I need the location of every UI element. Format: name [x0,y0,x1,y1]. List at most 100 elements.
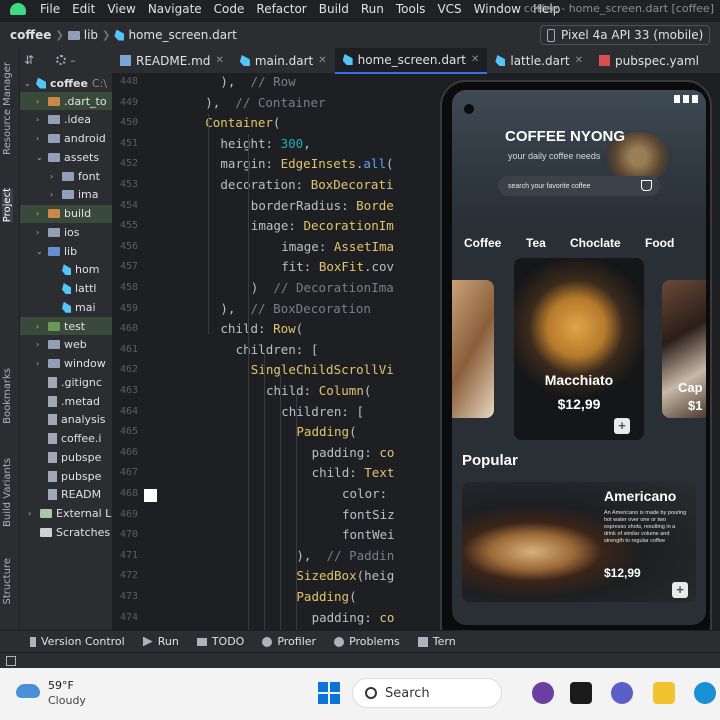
expand-arrow-icon[interactable]: › [36,209,44,218]
code-line[interactable]: fit: BoxFit.cov [281,259,394,274]
code-line[interactable]: children: [ [281,404,364,419]
collapse-all-icon[interactable]: ⇵ [24,53,34,67]
tab-main[interactable]: main.dart ✕ [232,48,335,74]
menu-tools[interactable]: Tools [390,2,432,16]
expand-arrow-icon[interactable]: › [50,172,58,181]
close-icon[interactable]: ✕ [471,54,479,65]
category-tea[interactable]: Tea [526,236,546,250]
category-choclate[interactable]: Choclate [570,236,621,250]
bookmarks-tab[interactable]: Bookmarks [2,368,13,424]
tab-home-screen[interactable]: home_screen.dart ✕ [334,47,488,74]
coffee-card-left[interactable] [452,280,494,418]
code-line[interactable]: child: Column( [266,383,371,398]
code-line[interactable]: height: 300, [220,136,310,151]
code-line[interactable]: decoration: BoxDecorati [220,177,393,192]
tree-item[interactable]: pubspe [36,448,101,466]
tree-item[interactable]: ⌄ lib [36,242,77,260]
category-coffee[interactable]: Coffee [464,236,501,250]
tree-item[interactable]: › android [36,130,106,148]
code-line[interactable]: image: AssetIma [281,239,394,254]
project-tab[interactable]: Project [2,188,13,223]
menu-code[interactable]: Code [208,2,251,16]
code-line[interactable]: fontSiz [342,507,395,522]
menu-vcs[interactable]: VCS [431,2,467,16]
expand-arrow-icon[interactable]: › [36,97,44,106]
profiler-tab[interactable]: Profiler [253,635,325,648]
expand-arrow-icon[interactable]: › [36,115,44,124]
tree-item[interactable]: › build [20,204,112,223]
problems-tab[interactable]: Problems [325,635,409,648]
menu-run[interactable]: Run [355,2,390,16]
gear-icon[interactable] [56,55,67,65]
device-selector[interactable]: Pixel 4a API 33 (mobile) [540,25,710,45]
menu-file[interactable]: File [34,2,66,16]
tab-pubspec[interactable]: pubspec.yaml [591,48,707,74]
code-line[interactable]: padding: co [312,610,395,625]
emulator-screen[interactable]: COFFEE NYONG your daily coffee needs sea… [452,90,706,625]
expand-arrow-icon[interactable]: › [36,134,44,143]
tree-item[interactable]: Scratches a [28,523,112,541]
code-line[interactable]: image: DecorationIm [251,218,394,233]
tree-item[interactable]: › .idea [36,111,91,129]
menu-refactor[interactable]: Refactor [250,2,312,16]
tree-item[interactable]: hom [50,261,99,279]
chat-icon[interactable] [611,682,633,704]
taskbar-search[interactable]: Search [352,678,502,708]
breadcrumb-project[interactable]: coffee [0,28,55,42]
expand-arrow-icon[interactable]: › [36,340,44,349]
expand-arrow-icon[interactable]: › [36,359,44,368]
breadcrumb-lib[interactable]: lib [64,28,102,42]
tree-item[interactable]: analysis [36,411,106,429]
expand-arrow-icon[interactable]: ⌄ [36,153,44,162]
tree-item[interactable]: › ima [50,186,99,204]
structure-tab[interactable]: Structure [2,558,13,605]
hide-panel-icon[interactable]: – [70,54,76,67]
tree-item[interactable]: .metad [36,392,100,410]
menu-build[interactable]: Build [313,2,355,16]
expand-arrow-icon[interactable]: › [36,322,44,331]
code-line[interactable]: SingleChildScrollVi [251,362,394,377]
tree-item[interactable]: mai [50,298,96,316]
category-food[interactable]: Food [645,236,674,250]
tree-item[interactable]: › ios [36,223,80,241]
code-line[interactable]: SizedBox(heig [296,568,394,583]
start-button[interactable] [318,682,340,704]
tree-item[interactable]: coffee.i [36,430,101,448]
breadcrumb-file[interactable]: home_screen.dart [110,28,240,42]
run-tab[interactable]: Run [134,635,188,648]
code-line[interactable]: borderRadius: Borde [251,198,394,213]
cloud-icon[interactable] [16,684,40,698]
resource-manager-tab[interactable]: Resource Manager [2,62,13,155]
add-to-cart-button[interactable]: + [614,418,630,434]
code-editor[interactable]: 448 449 450 451 452 453 454 455 456 457 458 459 460 4… [112,74,440,630]
tree-item[interactable]: › .dart_to [20,92,112,110]
edge-browser-icon[interactable] [694,682,716,704]
version-control-tab[interactable]: Version Control [0,635,134,648]
add-popular-button[interactable]: + [672,582,688,598]
tree-item[interactable]: pubspe [36,467,101,485]
tab-lattle[interactable]: lattle.dart ✕ [487,48,591,74]
code-line[interactable]: margin: EdgeInsets.all( [220,156,393,171]
tree-item[interactable]: ⌄ assets [36,148,99,166]
app-search-field[interactable]: search your favorite coffee [498,176,660,196]
code-line[interactable]: color: [342,486,395,501]
tab-readme[interactable]: README.md ✕ [112,48,232,74]
menu-view[interactable]: View [101,2,141,16]
tree-item[interactable]: › test [20,317,112,335]
tree-item[interactable]: › window [36,355,106,373]
tree-item[interactable]: READM [36,486,101,504]
user-app-icon[interactable] [532,682,554,704]
file-explorer-icon[interactable] [653,682,675,704]
code-line[interactable]: ), // Paddin [296,548,394,563]
code-line[interactable]: ) // DecorationIma [251,280,394,295]
tree-item[interactable]: lattl [50,280,96,298]
tree-root[interactable]: ⌄ coffee C:\ [24,74,107,92]
menu-navigate[interactable]: Navigate [142,2,208,16]
expand-arrow-icon[interactable]: ⌄ [36,247,44,256]
terminal-tab[interactable]: Tern [409,635,465,648]
close-icon[interactable]: ✕ [318,55,326,66]
coffee-card-featured[interactable]: Macchiato $12,99 + [514,258,644,440]
weather-condition[interactable]: Cloudy [48,694,86,707]
close-icon[interactable]: ✕ [215,55,223,66]
tree-item[interactable]: › External Lil [28,505,112,523]
